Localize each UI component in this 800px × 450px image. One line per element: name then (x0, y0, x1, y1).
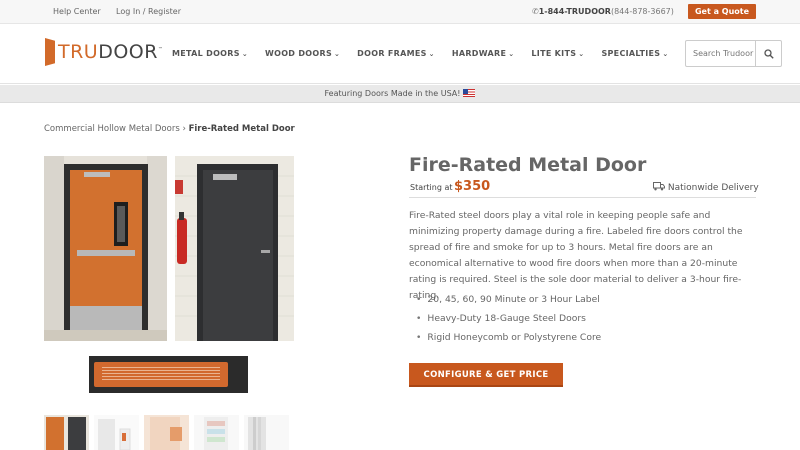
product-title: Fire-Rated Metal Door (409, 154, 647, 176)
phone-icon: ✆ (532, 7, 539, 16)
thumbnail-strip (44, 415, 294, 450)
product-price: $350 (454, 179, 491, 194)
fire-label-photo[interactable] (89, 356, 248, 393)
trudoor-logo[interactable]: TRUDOOR™ (45, 37, 163, 67)
us-flag-icon (463, 89, 476, 97)
logo-door-mark (45, 38, 55, 66)
chevron-down-icon: ⌄ (334, 50, 341, 58)
thumbnail-item[interactable] (94, 415, 139, 450)
nav-lite-kits[interactable]: LITE KITS ⌄ (531, 49, 584, 58)
breadcrumb-current: Fire-Rated Metal Door (188, 124, 295, 134)
nav-specialties[interactable]: SPECIALTIES ⌄ (601, 49, 668, 58)
nav-door-frames[interactable]: DOOR FRAMES ⌄ (357, 49, 435, 58)
help-center-link[interactable]: Help Center (53, 7, 101, 16)
thumbnail-item[interactable] (194, 415, 239, 450)
thumbnail-item[interactable] (244, 415, 289, 450)
feature-item: Rigid Honeycomb or Polystyrene Core (416, 332, 601, 351)
get-a-quote-button[interactable]: Get a Quote (688, 4, 756, 19)
search-button[interactable] (755, 41, 781, 66)
truck-icon (653, 182, 665, 191)
charcoal-fire-door-photo[interactable] (175, 156, 294, 341)
thumbnail-item[interactable] (44, 415, 89, 450)
nationwide-delivery: Nationwide Delivery (653, 182, 759, 193)
nav-hardware[interactable]: HARDWARE ⌄ (452, 49, 515, 58)
phone-number[interactable]: ✆1-844-TRUDOOR(844-878-3667) (532, 7, 674, 16)
chevron-down-icon: ⌄ (662, 50, 669, 58)
fire-rating-label-plate (94, 362, 228, 387)
chevron-down-icon: ⌄ (508, 50, 515, 58)
orange-door-illustration (44, 156, 167, 341)
feature-item: Heavy-Duty 18-Gauge Steel Doors (416, 313, 601, 332)
login-register-link[interactable]: Log In / Register (116, 7, 181, 16)
starting-at-label: Starting at (410, 183, 453, 192)
top-utility-bar: Help Center Log In / Register ✆1-844-TRU… (0, 0, 800, 24)
search-box (685, 40, 782, 67)
breadcrumb-separator: › (182, 124, 186, 134)
thumbnail-item[interactable] (144, 415, 189, 450)
main-nav: METAL DOORS ⌄ WOOD DOORS ⌄ DOOR FRAMES ⌄ HA… (172, 49, 686, 58)
nav-wood-doors[interactable]: WOOD DOORS ⌄ (265, 49, 340, 58)
search-input[interactable] (686, 41, 756, 66)
logo-wordmark: TRUDOOR™ (58, 41, 164, 63)
charcoal-door-illustration (175, 156, 294, 341)
configure-get-price-button[interactable]: CONFIGURE & GET PRICE (409, 363, 563, 387)
orange-fire-door-photo[interactable] (44, 156, 167, 341)
feature-item: 20, 45, 60, 90 Minute or 3 Hour Label (416, 294, 601, 313)
feature-list: 20, 45, 60, 90 Minute or 3 Hour Label He… (416, 294, 601, 351)
price-divider (409, 197, 756, 198)
chevron-down-icon: ⌄ (241, 50, 248, 58)
usa-banner: Featuring Doors Made in the USA! (0, 85, 800, 103)
nav-metal-doors[interactable]: METAL DOORS ⌄ (172, 49, 248, 58)
chevron-down-icon: ⌄ (428, 50, 435, 58)
breadcrumb-parent-link[interactable]: Commercial Hollow Metal Doors (44, 124, 180, 134)
breadcrumb: Commercial Hollow Metal Doors › Fire-Rat… (44, 124, 295, 134)
site-header: TRUDOOR™ METAL DOORS ⌄ WOOD DOORS ⌄ DOOR F… (0, 25, 800, 84)
chevron-down-icon: ⌄ (578, 50, 585, 58)
search-icon (763, 48, 774, 59)
product-description: Fire-Rated steel doors play a vital role… (409, 210, 743, 301)
